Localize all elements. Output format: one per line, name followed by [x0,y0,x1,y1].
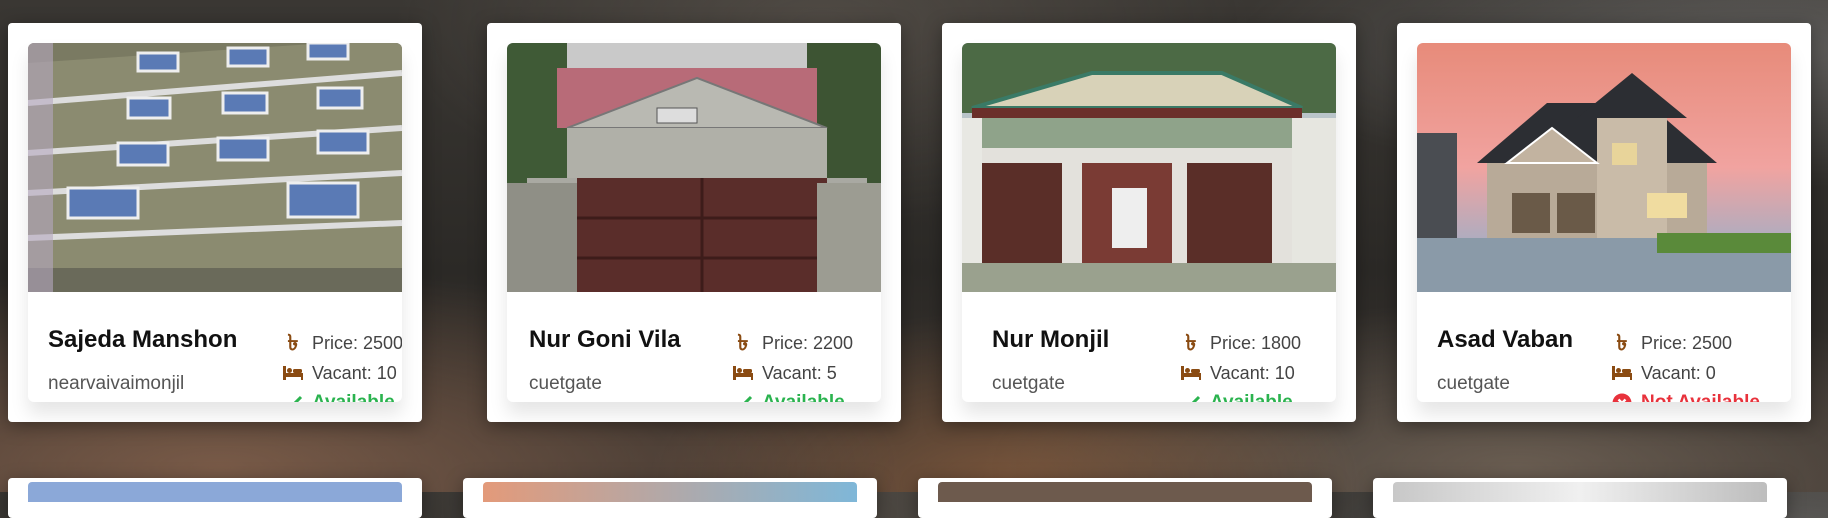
vacant-text: Vacant: 10 [312,362,397,383]
vacant-text: Vacant: 5 [762,362,837,383]
check-icon [732,395,754,402]
bed-icon [732,365,754,381]
taka-icon: ৳ [1616,330,1628,355]
listing-location: nearvaivaimonjil [48,373,185,394]
listing-card[interactable] [463,478,877,518]
status-text: Available [762,392,845,402]
listing-card-content[interactable]: Nur Monjil cuetgate ৳ Price: 1800 Vacant… [962,43,1336,402]
house-photo[interactable] [507,43,881,292]
listing-name: Sajeda Manshon [48,326,238,353]
bed-icon [282,365,304,381]
status-text: Available [312,392,395,402]
vacant-row: Vacant: 10 [282,358,402,388]
listing-name: Nur Goni Vila [529,326,681,353]
listing-card[interactable] [8,478,422,518]
listing-name: Asad Vaban [1437,326,1574,353]
bed-icon [1611,365,1633,381]
check-icon [282,395,304,402]
listing-location: cuetgate [1437,373,1510,394]
listing-card-content[interactable]: Asad Vaban cuetgate ৳ Price: 2500 Vacant… [1417,43,1791,402]
price-row: ৳ Price: 1800 [1180,328,1302,358]
price-text: Price: 1800 [1210,332,1302,353]
taka-icon: ৳ [1185,330,1197,355]
listing-card[interactable]: Sajeda Manshon nearvaivaimonjil ৳ Price:… [8,23,422,422]
status-row: Available [732,388,853,402]
price-text: Price: 2500 [312,332,402,353]
price-text: Price: 2500 [1641,332,1733,353]
taka-icon: ৳ [737,330,749,355]
price-text: Price: 2200 [762,332,854,353]
listing-stats: ৳ Price: 1800 Vacant: 10 Available [1180,328,1301,402]
listing-card[interactable]: Asad Vaban cuetgate ৳ Price: 2500 Vacant… [1397,23,1811,422]
status-row: Not Available [1611,388,1760,402]
status-text: Available [1210,392,1293,402]
house-photo[interactable] [28,43,402,292]
listing-card-content[interactable]: Nur Goni Vila cuetgate ৳ Price: 2200 Vac… [507,43,881,402]
listing-location: cuetgate [529,373,602,394]
price-row: ৳ Price: 2500 [1611,328,1760,358]
vacant-text: Vacant: 10 [1210,362,1295,383]
listing-stats: ৳ Price: 2500 Vacant: 10 Available [282,328,402,402]
listing-card[interactable]: Nur Goni Vila cuetgate ৳ Price: 2200 Vac… [487,23,901,422]
house-photo[interactable] [28,482,402,502]
house-photo[interactable] [1417,43,1791,292]
vacant-row: Vacant: 5 [732,358,853,388]
bed-icon [1180,365,1202,381]
check-icon [1180,395,1202,402]
taka-icon: ৳ [287,330,299,355]
house-photo[interactable] [483,482,857,502]
house-photo[interactable] [962,43,1336,292]
vacant-row: Vacant: 0 [1611,358,1760,388]
house-photo[interactable] [1393,482,1767,502]
listing-name: Nur Monjil [992,326,1110,353]
listing-card[interactable] [1373,478,1787,518]
status-row: Available [1180,388,1301,402]
status-text: Not Available [1641,392,1760,402]
listing-location: cuetgate [992,373,1065,394]
vacant-text: Vacant: 0 [1641,362,1716,383]
house-photo[interactable] [938,482,1312,502]
price-row: ৳ Price: 2200 [732,328,854,358]
listing-card[interactable] [918,478,1332,518]
listing-stats: ৳ Price: 2200 Vacant: 5 Available [732,328,853,402]
status-row: Available [282,388,402,402]
vacant-row: Vacant: 10 [1180,358,1301,388]
x-circle-icon [1611,393,1633,402]
listing-card-content[interactable]: Sajeda Manshon nearvaivaimonjil ৳ Price:… [28,43,402,402]
listing-stats: ৳ Price: 2500 Vacant: 0 Not Available [1611,328,1760,402]
listing-card[interactable]: Nur Monjil cuetgate ৳ Price: 1800 Vacant… [942,23,1356,422]
price-row: ৳ Price: 2500 [282,328,402,358]
